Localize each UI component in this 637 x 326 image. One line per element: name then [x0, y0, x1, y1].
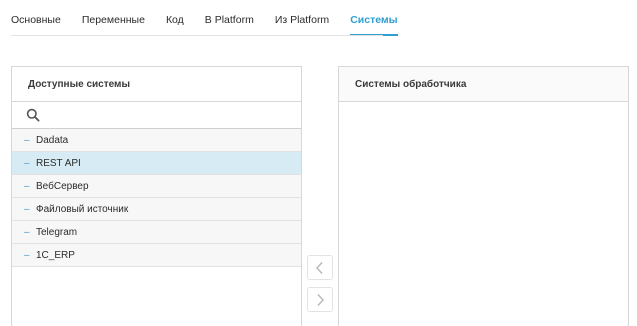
move-right-button[interactable] — [307, 287, 333, 312]
list-item-label: Dadata — [36, 134, 69, 146]
tab-basic[interactable]: Основные — [11, 0, 61, 36]
available-systems-title: Доступные системы — [12, 67, 301, 102]
list-item-label: REST API — [36, 157, 81, 169]
chevron-left-icon — [315, 261, 323, 274]
list-item[interactable]: – Dadata — [12, 129, 301, 152]
tab-systems[interactable]: Системы — [350, 0, 398, 36]
item-marker: – — [24, 249, 30, 261]
tab-code[interactable]: Код — [166, 0, 184, 36]
list-item[interactable]: – REST API — [12, 152, 301, 175]
move-left-button[interactable] — [307, 255, 333, 280]
list-item[interactable]: – Файловый источник — [12, 198, 301, 221]
list-item-label: Файловый источник — [36, 203, 129, 215]
tab-from-platform[interactable]: Из Platform — [275, 0, 329, 36]
item-marker: – — [24, 180, 30, 192]
item-marker: – — [24, 226, 30, 238]
tab-variables[interactable]: Переменные — [82, 0, 145, 36]
tab-bar: Основные Переменные Код В Platform Из Pl… — [11, 0, 419, 36]
list-item-label: Telegram — [36, 226, 78, 238]
search-row — [12, 102, 301, 129]
list-item-label: ВебСервер — [36, 180, 89, 192]
item-marker: – — [24, 134, 30, 146]
handler-systems-panel: Системы обработчика — [338, 66, 629, 326]
list-item[interactable]: – Telegram — [12, 221, 301, 244]
search-input[interactable] — [46, 106, 286, 124]
list-item-label: 1C_ERP — [36, 249, 75, 261]
item-marker: – — [24, 203, 30, 215]
list-item[interactable]: – ВебСервер — [12, 175, 301, 198]
tab-to-platform[interactable]: В Platform — [205, 0, 254, 36]
item-marker: – — [24, 157, 30, 169]
chevron-right-icon — [317, 293, 325, 306]
list-item[interactable]: – 1C_ERP — [12, 244, 301, 267]
search-icon — [26, 108, 40, 122]
available-systems-panel: Доступные системы – Dadata – REST API – … — [11, 66, 302, 326]
handler-systems-title: Системы обработчика — [339, 67, 628, 102]
tab-divider — [11, 35, 383, 36]
